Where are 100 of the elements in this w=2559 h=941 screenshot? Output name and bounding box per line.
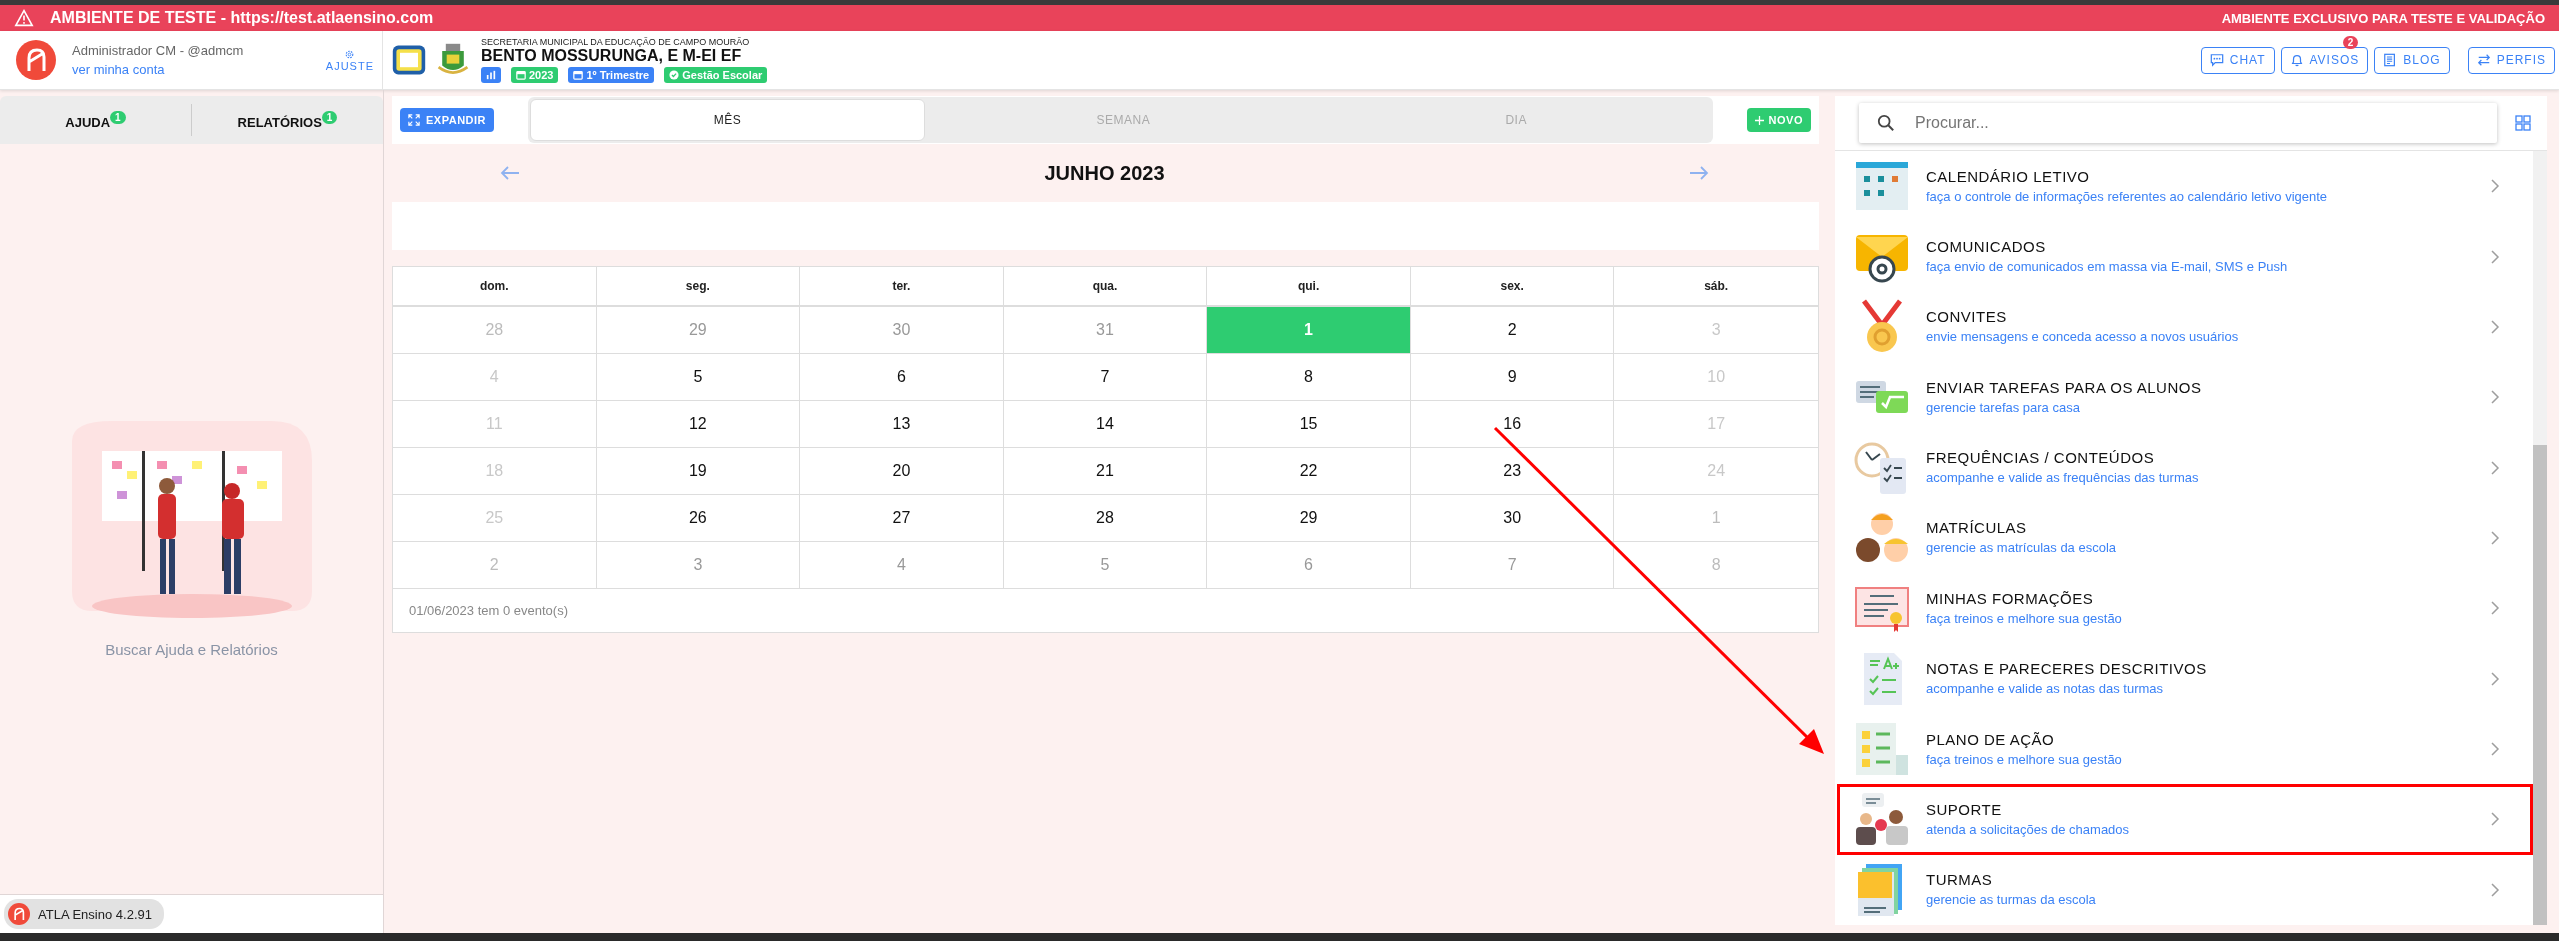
logo-icon <box>8 903 30 925</box>
module-title: MATRÍCULAS <box>1926 519 2028 537</box>
blog-button[interactable]: BLOG <box>2374 46 2450 74</box>
module-item[interactable]: MATRÍCULAS gerencie as matrículas da escola <box>1837 502 2533 574</box>
chevron-right-icon <box>2490 178 2500 195</box>
weekday-header: sex. <box>1410 267 1615 305</box>
module-title: PLANO DE AÇÃO <box>1926 730 2056 748</box>
module-title: TURMAS <box>1926 871 1994 889</box>
day-cell[interactable]: 26 <box>596 495 801 542</box>
module-item[interactable]: NOTAS E PARECERES DESCRITIVOS acompanhe e valide as notas das turmas <box>1837 643 2533 714</box>
tab-count: 1 <box>110 110 126 124</box>
grid-view-icon[interactable] <box>2515 115 2531 131</box>
chevron-right-icon <box>2490 248 2500 265</box>
expand-icon <box>408 114 420 126</box>
day-cell[interactable]: 13 <box>800 401 1004 448</box>
module-description: gerencie as matrículas da escola <box>1926 540 2118 556</box>
weekday-header: seg. <box>596 267 801 305</box>
module-item[interactable]: CONVITES envie mensagens e conceda acesso a novos usuários <box>1837 291 2533 363</box>
chevron-right-icon <box>2490 459 2500 476</box>
module-title: COMUNICADOS <box>1926 238 2047 256</box>
day-cell[interactable]: 22 <box>1207 448 1411 495</box>
chat-icon <box>2209 53 2224 67</box>
day-cell[interactable]: 20 <box>800 448 1004 495</box>
day-cell[interactable]: 2 <box>1410 307 1615 354</box>
weekday-header: qua. <box>1003 267 1208 305</box>
module-title: CALENDÁRIO LETIVO <box>1926 167 2091 185</box>
version-badge: ATLA Ensino 4.2.91 <box>4 899 164 929</box>
chevron-right-icon <box>2490 811 2500 828</box>
notification-count: 2 <box>2342 35 2359 49</box>
day-cell[interactable]: 12 <box>596 401 801 448</box>
calendar-icon <box>573 70 584 80</box>
chat-button[interactable]: CHAT <box>2200 46 2275 74</box>
day-cell[interactable]: 15 <box>1207 401 1411 448</box>
chevron-right-icon <box>2490 600 2500 617</box>
user-name: Administrador CM - @admcm <box>72 43 245 58</box>
chart-badge[interactable] <box>481 67 501 83</box>
weekday-header: qui. <box>1207 267 1411 305</box>
day-cell[interactable]: 5 <box>596 354 801 401</box>
module-item[interactable]: TURMAS gerencie as turmas da escola <box>1837 854 2533 925</box>
info-badge[interactable]: 1º Trimestre <box>568 67 655 83</box>
day-cell[interactable]: 29 <box>1207 495 1411 542</box>
notices-button[interactable]: AVISOS <box>2280 46 2369 74</box>
chevron-right-icon <box>2490 529 2500 546</box>
day-cell[interactable]: 19 <box>596 448 801 495</box>
banner-text: AMBIENTE DE TESTE - https://test.atlaensino.com <box>50 9 434 27</box>
panel-tab[interactable]: RELATÓRIOS 1 <box>192 96 383 144</box>
module-item[interactable]: MINHAS FORMAÇÕES faça treinos e melhore sua gestão <box>1837 573 2533 644</box>
scrollbar[interactable] <box>2533 151 2547 925</box>
day-cell[interactable]: 28 <box>1003 495 1208 542</box>
day-cell[interactable]: 7 <box>1003 354 1208 401</box>
day-cell[interactable]: 30 <box>1410 495 1615 542</box>
day-cell[interactable]: 8 <box>1207 354 1411 401</box>
module-title: FREQUÊNCIAS / CONTEÚDOS <box>1926 449 2156 467</box>
module-item[interactable]: ENVIAR TAREFAS PARA OS ALUNOS gerencie tarefas para casa <box>1837 362 2533 433</box>
events-summary: 01/06/2023 tem 0 evento(s) <box>408 602 569 620</box>
warning-icon <box>14 9 34 27</box>
swap-arrows-icon <box>2476 53 2491 67</box>
module-description: acompanhe e valide as frequências das turmas <box>1926 470 2200 486</box>
module-item[interactable]: SUPORTE atenda a solicitações de chamados <box>1837 784 2533 855</box>
module-item[interactable]: CALENDÁRIO LETIVO faça o controle de informações referentes ao calendário letivo vigente <box>1837 151 2533 222</box>
previous-arrow-icon[interactable] <box>500 165 520 181</box>
module-description: faça o controle de informações referentes ao calendário letivo vigente <box>1926 188 2329 204</box>
view-tab[interactable]: MÊS <box>530 99 925 141</box>
module-title: CONVITES <box>1926 308 2008 326</box>
search-field[interactable]: Procurar... <box>1859 103 2497 143</box>
weekday-header: ter. <box>800 267 1004 305</box>
day-cell[interactable]: 27 <box>800 495 1004 542</box>
module-item[interactable]: PLANO DE AÇÃO faça treinos e melhore sua gestão <box>1837 713 2533 785</box>
module-title: MINHAS FORMAÇÕES <box>1926 589 2095 607</box>
module-description: acompanhe e valide as notas das turmas <box>1926 681 2165 697</box>
day-cell[interactable]: 9 <box>1410 354 1615 401</box>
next-arrow-icon[interactable] <box>1689 165 1709 181</box>
day-cell[interactable]: 21 <box>1003 448 1208 495</box>
expand-button[interactable]: EXPANDIR <box>400 108 495 132</box>
bar-chart-icon <box>486 70 496 80</box>
plus-icon <box>1754 115 1764 125</box>
day-cell[interactable]: 6 <box>800 354 1004 401</box>
module-description: faça envio de comunicados em massa via E-mail, SMS e Push <box>1926 259 2289 275</box>
secretariat-name: SECRETARIA MUNICIPAL DA EDUCAÇÃO DE CAMPO MOURÃO <box>481 37 751 47</box>
weekday-header: sáb. <box>1703 278 1730 295</box>
module-title: SUPORTE <box>1926 800 2003 818</box>
tab-count: 1 <box>321 110 338 124</box>
module-description: gerencie as turmas da escola <box>1926 892 2097 908</box>
module-description: gerencie tarefas para casa <box>1926 399 2081 415</box>
logo-icon <box>16 40 56 80</box>
settings-button[interactable]: AJUSTE <box>325 48 374 72</box>
module-item[interactable]: FREQUÊNCIAS / CONTEÚDOS acompanhe e valide as frequências das turmas <box>1837 432 2533 503</box>
day-cell[interactable]: 23 <box>1410 448 1615 495</box>
day-cell[interactable]: 16 <box>1410 401 1615 448</box>
module-item[interactable]: COMUNICADOS faça envio de comunicados em massa via E-mail, SMS e Push <box>1837 221 2533 292</box>
panel-tab[interactable]: AJUDA 1 <box>0 104 192 136</box>
checklist-icon <box>1854 721 1910 778</box>
module-title: ENVIAR TAREFAS PARA OS ALUNOS <box>1926 378 2203 396</box>
check-icon <box>669 70 680 80</box>
chevron-right-icon <box>2490 389 2500 406</box>
profiles-button[interactable]: PERFIS <box>2467 46 2555 74</box>
chevron-right-icon <box>2490 881 2500 898</box>
settings-icon <box>344 48 356 60</box>
day-cell[interactable]: 14 <box>1003 401 1208 448</box>
account-link[interactable]: ver minha conta <box>72 62 326 77</box>
